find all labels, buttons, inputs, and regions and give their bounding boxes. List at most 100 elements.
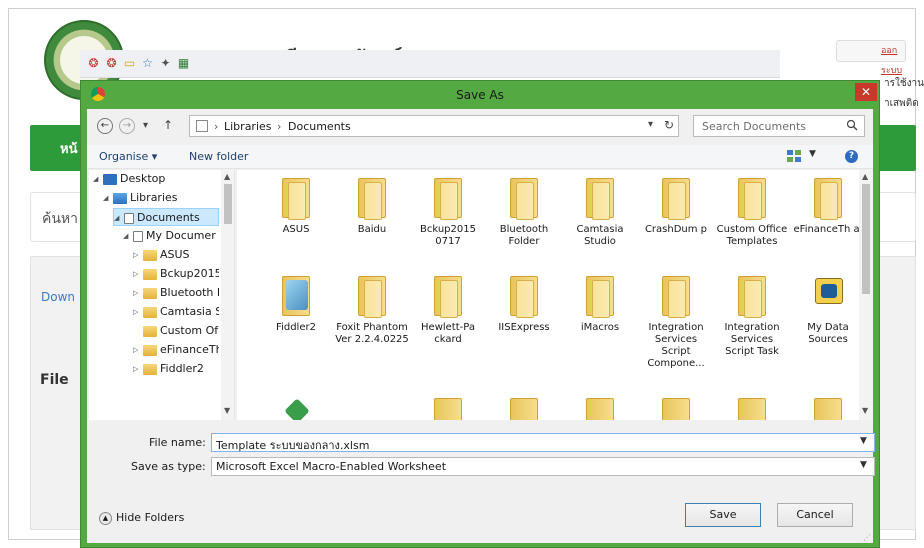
file-item-camtasia[interactable]: Camtasia Studio — [563, 176, 637, 248]
desktop-icon — [103, 173, 117, 185]
file-item-crashdump[interactable]: CrashDum p — [639, 176, 713, 236]
file-item-partial[interactable] — [639, 396, 713, 420]
file-item-efinance[interactable]: eFinanceTh ai — [791, 176, 865, 236]
organise-menu[interactable]: Organise ▾ — [99, 150, 157, 163]
file-item-partial[interactable] — [259, 396, 333, 420]
chevron-up-icon: ▲ — [99, 511, 112, 525]
breadcrumb-documents[interactable]: Documents — [288, 120, 351, 133]
file-item-custom-office[interactable]: Custom Office Templates — [715, 176, 789, 248]
file-item-label: Foxit Phantom Ver 2.2.4.0225 — [335, 322, 409, 345]
tree-item-bckup2015[interactable]: ▷ Bckup2015 — [133, 265, 219, 283]
dialog-titlebar[interactable]: Save As ✕ — [81, 81, 879, 109]
collapsed-arrow-icon[interactable]: ▷ — [133, 341, 143, 359]
expand-arrow-icon[interactable]: ◢ — [103, 189, 113, 207]
scroll-up-icon[interactable]: ▲ — [224, 172, 230, 181]
libraries-icon — [113, 192, 127, 204]
view-dropdown-icon[interactable]: ▼ — [809, 149, 816, 159]
file-item-partial[interactable] — [411, 396, 485, 420]
folder-icon — [352, 176, 392, 220]
file-item-baidu[interactable]: Baidu — [335, 176, 409, 236]
scroll-up-icon[interactable]: ▲ — [862, 172, 868, 181]
dialog-title: Save As — [456, 88, 504, 102]
resize-grip-icon[interactable]: ⋰ — [863, 533, 871, 542]
files-scroll-thumb[interactable] — [862, 184, 870, 294]
collapsed-arrow-icon[interactable]: ▷ — [133, 246, 143, 264]
file-item-integration-task[interactable]: Integration Services Script Task — [715, 274, 789, 358]
tree-item-fiddler2[interactable]: ▷ Fiddler2 — [133, 360, 219, 378]
folder-icon — [352, 274, 392, 318]
save-type-select[interactable]: Microsoft Excel Macro-Enabled Worksheet … — [211, 457, 875, 476]
nav-home-link[interactable]: หน้ — [60, 138, 77, 159]
expand-arrow-icon[interactable]: ◢ — [123, 227, 133, 245]
file-name-dropdown-icon[interactable]: ▼ — [860, 436, 867, 446]
back-button[interactable]: ← — [97, 118, 113, 134]
folder-icon — [504, 274, 544, 318]
file-item-bluetooth[interactable]: Bluetooth Folder — [487, 176, 561, 248]
expand-arrow-icon[interactable]: ◢ — [93, 170, 103, 188]
hide-folders-button[interactable]: ▲ Hide Folders — [99, 511, 184, 525]
breadcrumb-libraries[interactable]: Libraries — [224, 120, 272, 133]
file-item-fiddler2[interactable]: Fiddler2 — [259, 274, 333, 334]
spreadsheet-icon[interactable]: ▦ — [176, 56, 191, 71]
file-item-integration-component[interactable]: Integration Services Script Compone... — [639, 274, 713, 370]
forward-button[interactable]: → — [119, 118, 135, 134]
tree-item-bluetooth[interactable]: ▷ Bluetooth F — [133, 284, 219, 302]
tree-item-libraries[interactable]: ◢ Libraries — [103, 189, 219, 207]
command-bar: Organise ▾ New folder ▼ ? — [87, 145, 873, 169]
file-item-asus[interactable]: ASUS — [259, 176, 333, 236]
file-item-bckup[interactable]: Bckup2015 0717 — [411, 176, 485, 248]
file-name-input[interactable]: Template ระบบของกลาง.xlsm ▼ — [211, 433, 875, 452]
dialog-body: ← → ▾ ↑ › Libraries › Documents ▾ ↻ Sear… — [87, 109, 875, 543]
save-type-dropdown-icon[interactable]: ▼ — [860, 460, 867, 470]
file-item-foxit[interactable]: Foxit Phantom Ver 2.2.4.0225 — [335, 274, 409, 346]
collapsed-arrow-icon[interactable]: ▷ — [133, 265, 143, 283]
tree-item-documents[interactable]: ◢ Documents — [113, 208, 219, 226]
scroll-down-icon[interactable]: ▼ — [862, 406, 868, 415]
expand-arrow-icon[interactable]: ◢ — [114, 209, 124, 225]
ie-alt-icon[interactable]: ❂ — [104, 56, 119, 71]
file-item-partial[interactable] — [487, 396, 561, 420]
new-folder-button[interactable]: New folder — [189, 150, 248, 163]
tree-item-label: Fiddler2 — [160, 362, 204, 375]
nav-scroll-thumb[interactable] — [224, 184, 232, 224]
tree-item-my-documents[interactable]: ◢ My Documer — [123, 227, 219, 245]
close-button[interactable]: ✕ — [855, 83, 877, 101]
file-item-partial[interactable] — [791, 396, 865, 420]
nav-scrollbar[interactable]: ▲ ▼ — [221, 170, 234, 420]
collapsed-arrow-icon[interactable]: ▷ — [133, 284, 143, 302]
star-icon[interactable]: ☆ — [140, 56, 155, 71]
tree-item-label: Desktop — [120, 172, 166, 185]
scroll-down-icon[interactable]: ▼ — [224, 406, 230, 415]
file-item-imacros[interactable]: iMacros — [563, 274, 637, 334]
collapsed-arrow-icon[interactable]: ▷ — [133, 303, 143, 321]
file-item-my-data-sources[interactable]: My Data Sources — [791, 274, 865, 346]
address-bar[interactable]: › Libraries › Documents ▾ ↻ — [189, 115, 679, 137]
ie-icon[interactable]: ❂ — [86, 56, 101, 71]
logout-link[interactable]: ออกระบบ — [836, 40, 906, 76]
recent-dropdown-icon[interactable]: ▾ — [143, 120, 148, 131]
search-documents-input[interactable]: Search Documents — [693, 115, 865, 137]
file-item-iisexpress[interactable]: IISExpress — [487, 274, 561, 334]
help-icon[interactable]: ? — [845, 150, 858, 163]
files-scrollbar[interactable]: ▲ ▼ — [859, 170, 873, 420]
navigation-pane: ◢ Desktop ◢ Libraries ◢ Documents ◢ My Docum… — [89, 170, 235, 420]
file-item-partial[interactable] — [715, 396, 789, 420]
view-options-icon[interactable] — [787, 150, 801, 162]
save-button[interactable]: Save — [685, 503, 761, 527]
tree-item-custom-office[interactable]: Custom Of — [133, 322, 219, 340]
address-dropdown-icon[interactable]: ▾ — [648, 119, 653, 130]
up-arrow-icon[interactable]: ↑ — [163, 118, 173, 132]
search-icon[interactable] — [846, 119, 858, 131]
cancel-button[interactable]: Cancel — [777, 503, 853, 527]
tree-item-asus[interactable]: ▷ ASUS — [133, 246, 219, 264]
tree-item-camtasia[interactable]: ▷ Camtasia S — [133, 303, 219, 321]
collapsed-arrow-icon[interactable]: ▷ — [133, 360, 143, 378]
file-item-hewlett[interactable]: Hewlett-Pa ckard — [411, 274, 485, 346]
refresh-icon[interactable]: ↻ — [664, 118, 674, 132]
file-item-partial[interactable] — [563, 396, 637, 420]
tree-item-desktop[interactable]: ◢ Desktop — [93, 170, 219, 188]
tree-item-efinance[interactable]: ▷ eFinanceTh — [133, 341, 219, 359]
tools-icon[interactable]: ✦ — [158, 56, 173, 71]
folder-icon[interactable]: ▭ — [122, 56, 137, 71]
download-link[interactable]: Down — [41, 290, 75, 304]
